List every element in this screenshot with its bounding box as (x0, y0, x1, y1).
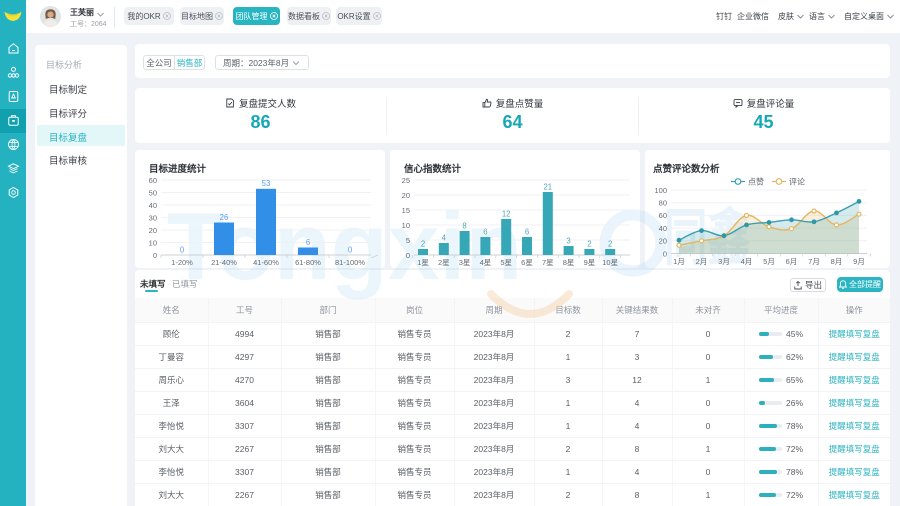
svg-text:6: 6 (525, 228, 529, 237)
svg-text:6: 6 (483, 228, 487, 237)
svg-text:4: 4 (442, 234, 447, 243)
svg-text:1月: 1月 (673, 257, 685, 266)
svg-text:26: 26 (220, 213, 229, 222)
svg-text:0: 0 (663, 249, 667, 258)
svg-text:25: 25 (402, 176, 410, 185)
svg-text:1星: 1星 (417, 258, 429, 267)
svg-text:7星: 7星 (542, 258, 554, 267)
svg-text:3: 3 (566, 237, 570, 246)
svg-text:0: 0 (153, 251, 157, 260)
svg-text:点赞: 点赞 (748, 177, 764, 187)
svg-text:1-20%: 1-20% (171, 258, 193, 267)
svg-text:3月: 3月 (718, 257, 730, 266)
svg-text:6: 6 (306, 238, 310, 247)
svg-text:40: 40 (659, 224, 667, 233)
svg-text:8: 8 (462, 222, 466, 231)
svg-text:0: 0 (348, 246, 353, 255)
svg-text:10星: 10星 (602, 258, 618, 267)
svg-text:3星: 3星 (459, 258, 471, 267)
svg-text:6月: 6月 (786, 257, 798, 266)
svg-text:2月: 2月 (696, 257, 708, 266)
svg-text:4星: 4星 (480, 258, 492, 267)
svg-text:20: 20 (149, 226, 157, 235)
svg-text:8月: 8月 (831, 257, 843, 266)
svg-text:60: 60 (659, 211, 667, 220)
svg-text:15: 15 (402, 206, 410, 215)
svg-text:10: 10 (149, 238, 157, 247)
svg-text:100: 100 (654, 186, 667, 195)
svg-text:0: 0 (406, 251, 410, 260)
svg-text:9星: 9星 (584, 258, 596, 267)
svg-text:0: 0 (180, 246, 185, 255)
svg-text:2: 2 (587, 240, 591, 249)
svg-text:5: 5 (406, 236, 410, 245)
svg-text:2星: 2星 (438, 258, 450, 267)
svg-text:5月: 5月 (763, 257, 775, 266)
svg-text:21-40%: 21-40% (211, 258, 237, 267)
svg-text:7月: 7月 (808, 257, 820, 266)
svg-text:61-80%: 61-80% (295, 258, 321, 267)
svg-text:4月: 4月 (741, 257, 753, 266)
svg-text:40: 40 (149, 201, 157, 210)
svg-text:12: 12 (502, 210, 511, 219)
svg-text:5星: 5星 (500, 258, 512, 267)
svg-text:2: 2 (608, 240, 612, 249)
svg-text:2: 2 (421, 240, 425, 249)
svg-text:53: 53 (262, 179, 271, 188)
svg-text:80: 80 (659, 199, 667, 208)
svg-text:10: 10 (402, 221, 410, 230)
svg-text:60: 60 (149, 176, 157, 185)
svg-text:20: 20 (402, 191, 410, 200)
svg-text:81-100%: 81-100% (335, 258, 365, 267)
svg-text:评论: 评论 (789, 177, 805, 187)
svg-text:9月: 9月 (853, 257, 865, 266)
svg-text:30: 30 (149, 213, 157, 222)
svg-text:41-60%: 41-60% (253, 258, 279, 267)
svg-text:20: 20 (659, 237, 667, 246)
svg-text:8星: 8星 (563, 258, 575, 267)
svg-text:6星: 6星 (521, 258, 533, 267)
svg-text:21: 21 (543, 183, 552, 192)
svg-text:50: 50 (149, 188, 157, 197)
